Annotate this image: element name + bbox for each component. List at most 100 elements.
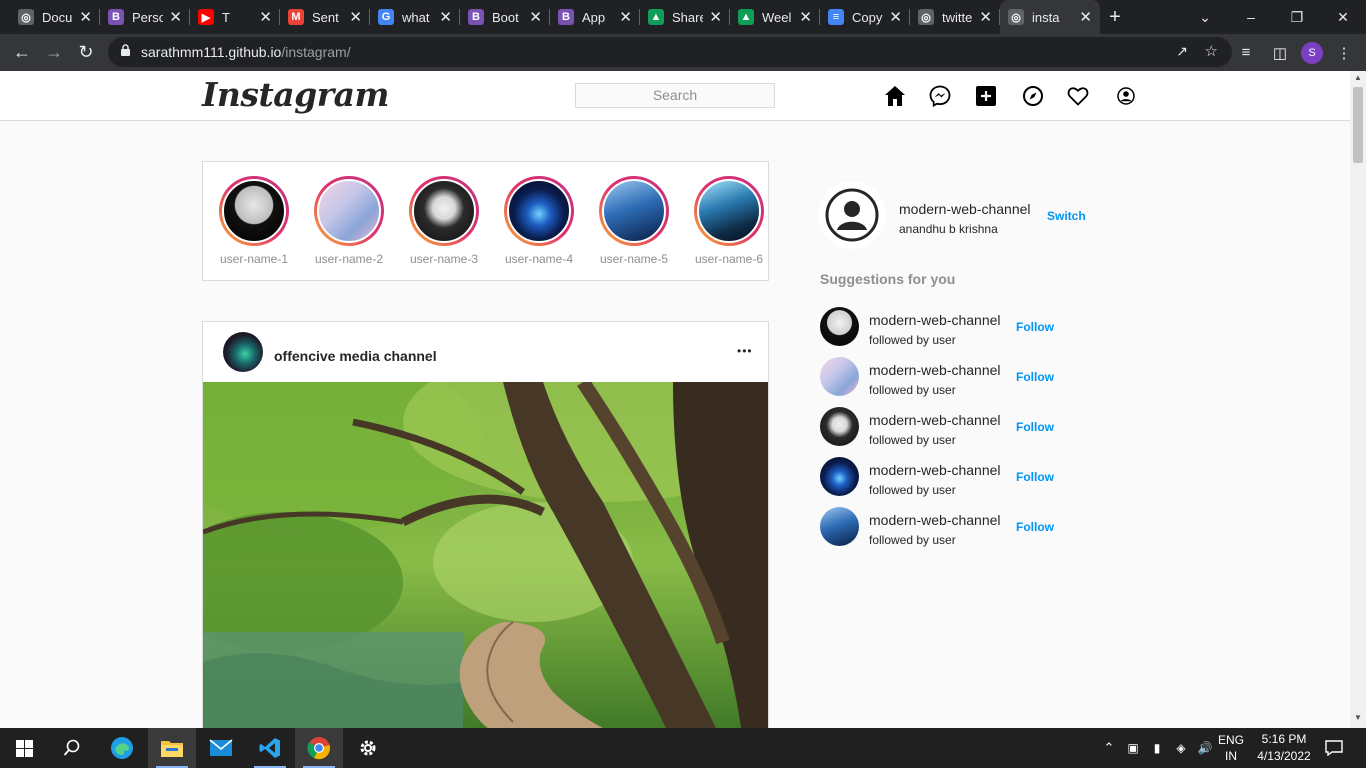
- menu-kebab-icon[interactable]: ⋮: [1328, 34, 1360, 71]
- file-explorer-icon[interactable]: [148, 728, 196, 768]
- new-post-icon[interactable]: [973, 83, 999, 109]
- close-tab-icon[interactable]: ✕: [979, 8, 992, 26]
- browser-tab[interactable]: ▲ Weel ✕: [730, 0, 820, 34]
- story-item[interactable]: user-name-1: [209, 176, 299, 266]
- post-username[interactable]: offencive media channel: [274, 348, 437, 364]
- browser-tab[interactable]: ◎ Docu ✕: [10, 0, 100, 34]
- close-tab-icon[interactable]: ✕: [529, 8, 542, 26]
- drive-icon: ▲: [648, 9, 664, 25]
- profile-button[interactable]: S: [1296, 34, 1328, 71]
- browser-tab[interactable]: ▲ Share ✕: [640, 0, 730, 34]
- chevron-up-icon[interactable]: ⌃: [1097, 740, 1121, 756]
- lock-icon: [120, 44, 131, 60]
- follow-button[interactable]: Follow: [1016, 520, 1054, 534]
- switch-account-link[interactable]: Switch: [1047, 209, 1086, 223]
- suggestion-name[interactable]: modern-web-channel: [869, 512, 1001, 528]
- close-tab-icon[interactable]: ✕: [349, 8, 362, 26]
- home-icon[interactable]: [882, 83, 908, 109]
- notifications-icon[interactable]: [1310, 728, 1358, 768]
- side-profile-avatar[interactable]: [818, 181, 886, 249]
- suggestion-avatar[interactable]: [820, 507, 859, 546]
- browser-tab[interactable]: B Perso ✕: [100, 0, 190, 34]
- close-window-button[interactable]: ✕: [1320, 0, 1366, 34]
- restore-button[interactable]: ❐: [1274, 0, 1320, 34]
- browser-tab[interactable]: M Sent ✕: [280, 0, 370, 34]
- story-ring: [409, 176, 479, 246]
- close-tab-icon[interactable]: ✕: [1079, 8, 1092, 26]
- clock[interactable]: 5:16 PM 4/13/2022: [1252, 728, 1316, 768]
- suggestion-name[interactable]: modern-web-channel: [869, 362, 1001, 378]
- story-item[interactable]: user-name-4: [494, 176, 584, 266]
- heart-icon[interactable]: [1065, 83, 1091, 109]
- back-arrow-icon[interactable]: ←: [6, 36, 38, 68]
- start-windows-icon[interactable]: [0, 728, 48, 768]
- browser-tab[interactable]: ▶ T ✕: [190, 0, 280, 34]
- close-tab-icon[interactable]: ✕: [259, 8, 272, 26]
- suggestion-avatar[interactable]: [820, 307, 859, 346]
- chrome-icon[interactable]: [295, 728, 343, 768]
- close-tab-icon[interactable]: ✕: [169, 8, 182, 26]
- forward-arrow-icon[interactable]: →: [38, 36, 70, 68]
- explore-compass-icon[interactable]: [1020, 83, 1046, 109]
- close-tab-icon[interactable]: ✕: [439, 8, 452, 26]
- story-item[interactable]: user-name-2: [304, 176, 394, 266]
- bookmark-star-icon[interactable]: ☆: [1205, 42, 1218, 60]
- messenger-icon[interactable]: [927, 83, 953, 109]
- scroll-down-icon[interactable]: ▼: [1354, 713, 1362, 722]
- story-item[interactable]: user-name-5: [589, 176, 679, 266]
- side-profile-name[interactable]: modern-web-channel: [899, 201, 1031, 217]
- edge-icon[interactable]: [98, 728, 146, 768]
- story-avatar: [222, 179, 286, 243]
- settings-gear-icon[interactable]: [344, 728, 392, 768]
- language-indicator[interactable]: ENG IN: [1214, 728, 1248, 768]
- share-icon[interactable]: ↗: [1176, 43, 1188, 60]
- follow-button[interactable]: Follow: [1016, 320, 1054, 334]
- meet-now-icon[interactable]: ▣: [1121, 741, 1145, 755]
- suggestion-avatar[interactable]: [820, 357, 859, 396]
- mail-icon[interactable]: [197, 728, 245, 768]
- wifi-icon[interactable]: ◈: [1169, 741, 1193, 755]
- reading-list-icon[interactable]: ≡: [1230, 34, 1262, 71]
- story-item[interactable]: user-name-6: [684, 176, 774, 266]
- browser-tab[interactable]: ≡ Copy ✕: [820, 0, 910, 34]
- close-tab-icon[interactable]: ✕: [709, 8, 722, 26]
- page-scrollbar[interactable]: ▲ ▼: [1350, 71, 1366, 728]
- close-tab-icon[interactable]: ✕: [889, 8, 902, 26]
- clock-date: 4/13/2022: [1257, 749, 1311, 763]
- vscode-icon[interactable]: [246, 728, 294, 768]
- suggestion-avatar[interactable]: [820, 457, 859, 496]
- suggestion-subtitle: followed by user: [869, 533, 956, 547]
- suggestion-name[interactable]: modern-web-channel: [869, 412, 1001, 428]
- new-tab-button[interactable]: +: [1100, 6, 1130, 29]
- tab-search-icon[interactable]: ⌄: [1182, 0, 1228, 34]
- follow-button[interactable]: Follow: [1016, 420, 1054, 434]
- follow-button[interactable]: Follow: [1016, 470, 1054, 484]
- story-ring: [504, 176, 574, 246]
- browser-tab[interactable]: Gwhat ✕: [370, 0, 460, 34]
- close-tab-icon[interactable]: ✕: [619, 8, 632, 26]
- post-avatar[interactable]: [223, 332, 263, 372]
- close-tab-icon[interactable]: ✕: [799, 8, 812, 26]
- browser-tab[interactable]: ◎ twitte ✕: [910, 0, 1000, 34]
- instagram-logo[interactable]: Instagram: [202, 75, 389, 114]
- suggestion-name[interactable]: modern-web-channel: [869, 312, 1001, 328]
- browser-tab[interactable]: ◎ insta ✕: [1000, 0, 1100, 34]
- search-icon[interactable]: [48, 728, 96, 768]
- suggestion-avatar[interactable]: [820, 407, 859, 446]
- close-tab-icon[interactable]: ✕: [79, 8, 92, 26]
- story-item[interactable]: user-name-3: [399, 176, 489, 266]
- minimize-button[interactable]: –: [1228, 0, 1274, 34]
- scroll-up-icon[interactable]: ▲: [1354, 73, 1362, 82]
- browser-tab[interactable]: B Boot ✕: [460, 0, 550, 34]
- reload-icon[interactable]: ↻: [70, 36, 102, 68]
- battery-icon[interactable]: ▮: [1145, 741, 1169, 755]
- suggestion-name[interactable]: modern-web-channel: [869, 462, 1001, 478]
- search-input[interactable]: Search: [575, 83, 775, 108]
- follow-button[interactable]: Follow: [1016, 370, 1054, 384]
- profile-icon[interactable]: [1113, 83, 1139, 109]
- side-panel-icon[interactable]: ◫: [1264, 34, 1296, 71]
- browser-tab[interactable]: B App ✕: [550, 0, 640, 34]
- more-options-icon[interactable]: •••: [737, 344, 753, 358]
- scrollbar-thumb[interactable]: [1353, 87, 1363, 163]
- address-bar[interactable]: sarathmm111.github.io/instagram/ ↗ ☆: [108, 37, 1232, 67]
